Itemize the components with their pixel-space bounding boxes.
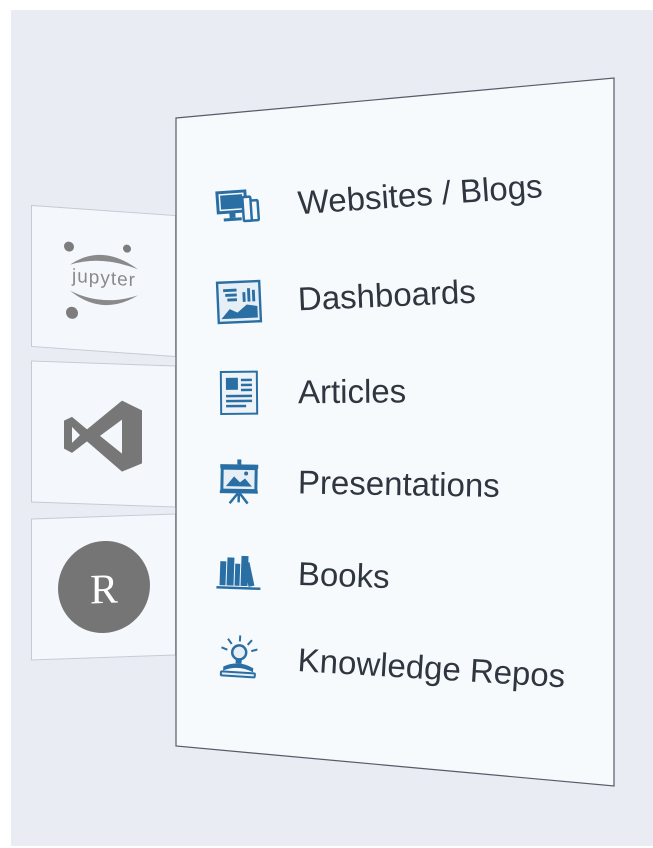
output-item-label: Books — [297, 554, 391, 596]
output-item-presentations[interactable]: Presentations — [216, 458, 501, 509]
dashboard-icon — [215, 278, 263, 326]
devices-icon — [214, 183, 263, 232]
books-icon — [215, 548, 263, 596]
knowledge-icon — [215, 632, 264, 681]
output-item-label: Dashboards — [297, 272, 477, 318]
output-item-books[interactable]: Books — [215, 548, 390, 600]
output-item-label: Presentations — [297, 463, 501, 504]
output-item-articles[interactable]: Articles — [216, 368, 407, 416]
presentation-icon — [216, 458, 263, 505]
output-item-label: Articles — [297, 372, 407, 411]
article-icon — [216, 370, 262, 416]
output-panel — [175, 77, 615, 787]
